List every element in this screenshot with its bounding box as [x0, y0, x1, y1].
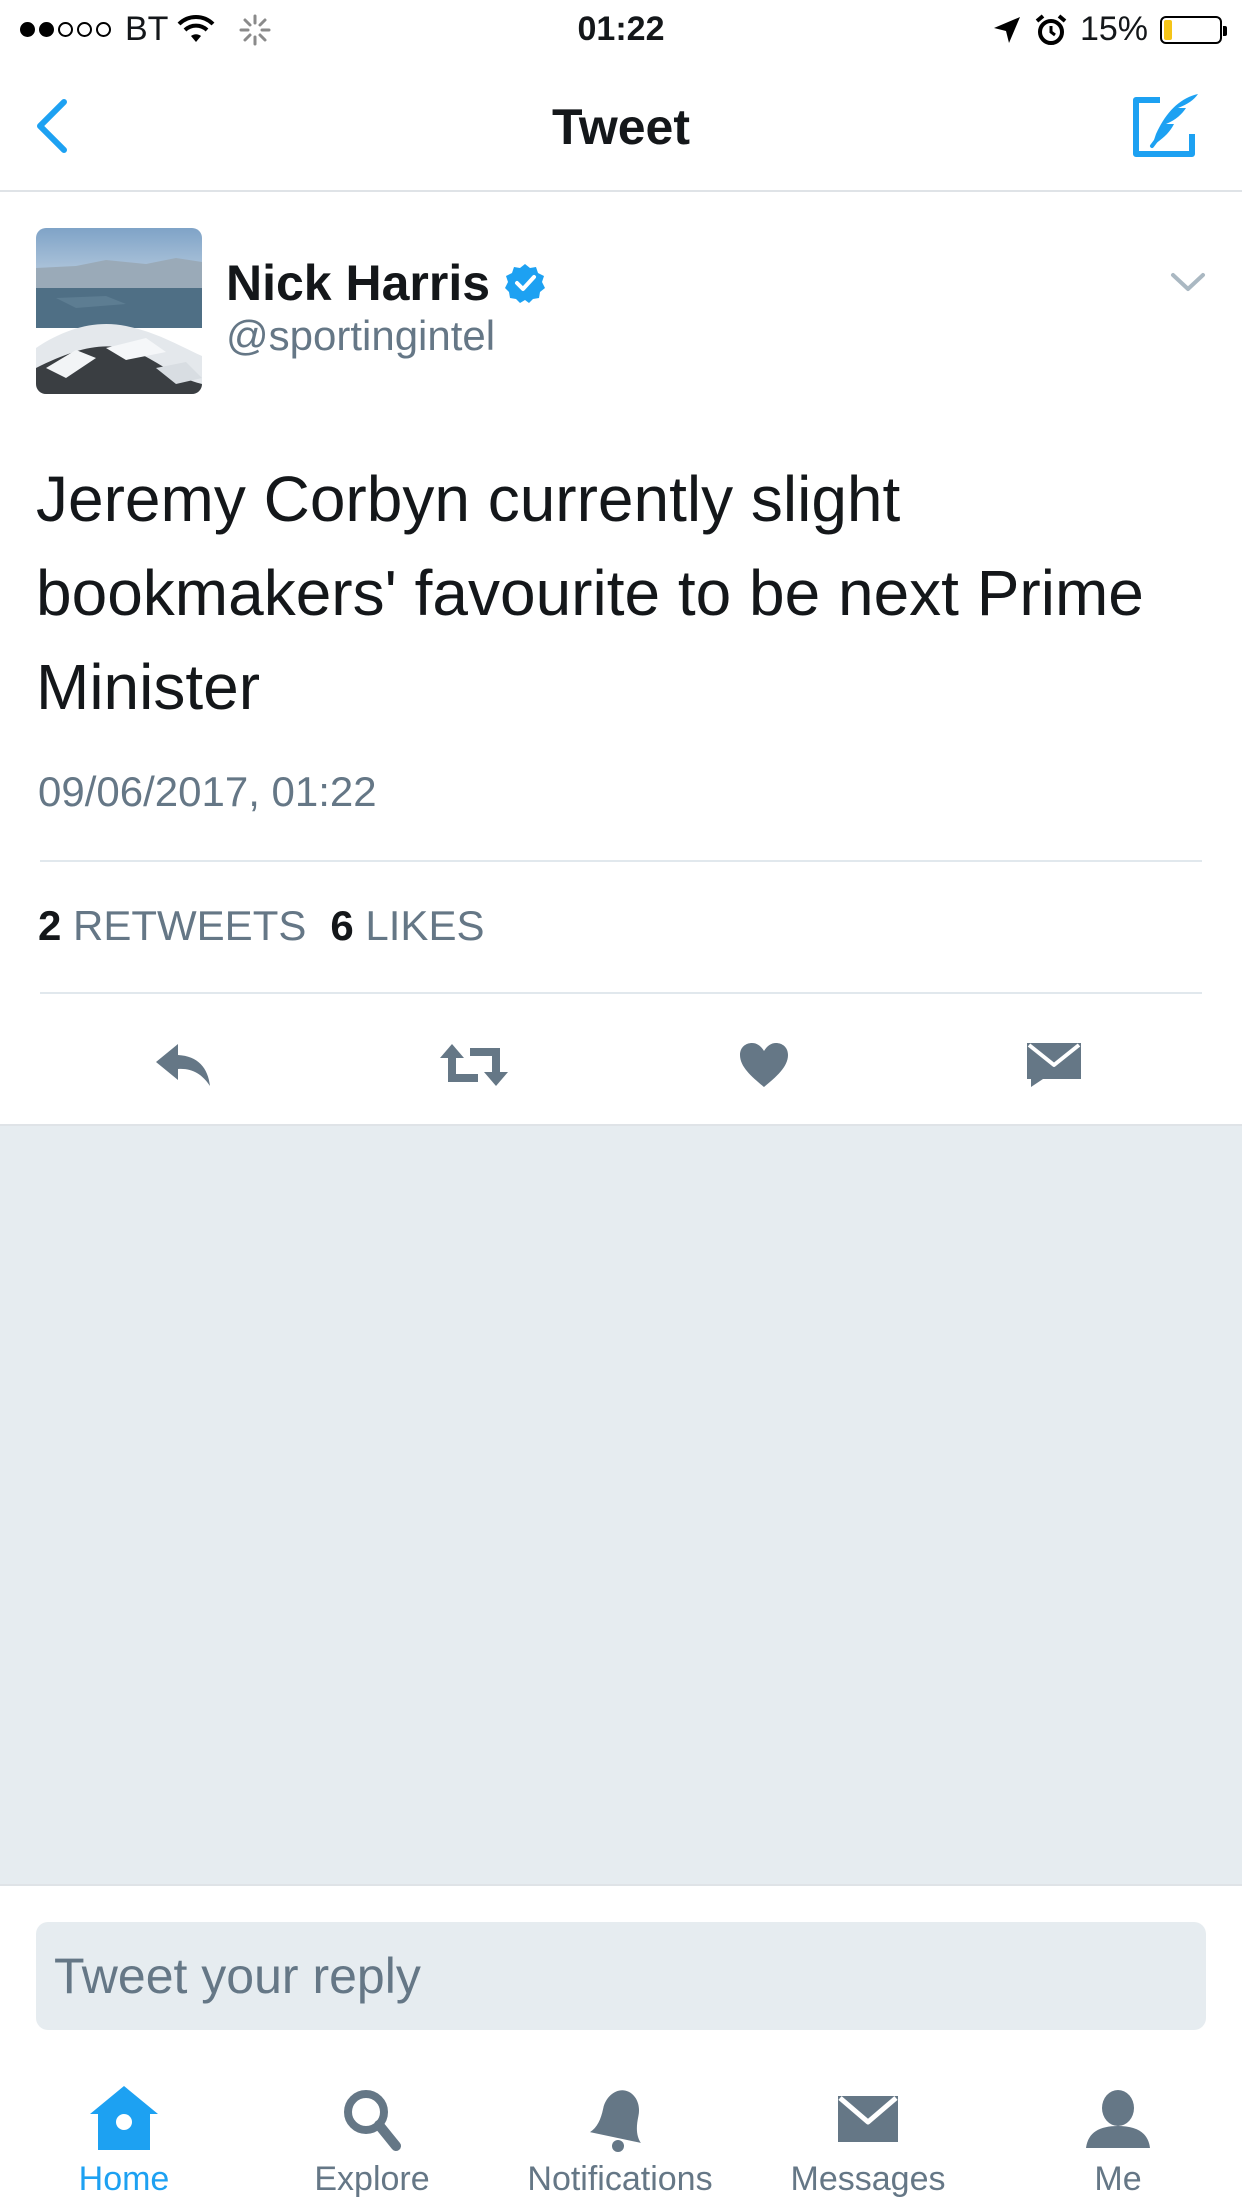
person-icon	[1086, 2090, 1150, 2148]
tab-notifications[interactable]: Notifications	[496, 2070, 744, 2208]
tab-label: Home	[78, 2160, 170, 2198]
retweet-icon	[440, 1044, 508, 1086]
battery-percent: 15%	[1079, 10, 1148, 48]
author-name-row[interactable]: Nick Harris	[226, 254, 546, 312]
tweet-stats: 2 RETWEETS 6 LIKES	[38, 902, 484, 950]
tab-explore[interactable]: Explore	[248, 2070, 496, 2208]
reply-input[interactable]	[36, 1922, 1206, 2030]
tab-home[interactable]: Home	[0, 2070, 248, 2208]
location-arrow-icon	[993, 16, 1020, 43]
tab-messages[interactable]: Messages	[744, 2070, 992, 2208]
bell-icon	[589, 2090, 641, 2152]
tweet-text: Jeremy Corbyn currently slight bookmaker…	[36, 463, 1144, 723]
reply-icon	[156, 1044, 210, 1086]
tweet-detail-screen: BT 01:22 15% Tweet Nick Harris @sporting…	[0, 0, 1242, 2208]
likes-stat[interactable]: 6 LIKES	[330, 902, 484, 950]
tab-label: Explore	[314, 2160, 430, 2198]
retweets-count: 2	[38, 902, 62, 949]
status-bar: BT 01:22 15%	[0, 0, 1242, 62]
author-handle[interactable]: @sportingintel	[226, 312, 495, 360]
battery-icon	[1160, 15, 1227, 44]
reply-button[interactable]	[148, 1034, 220, 1096]
divider	[40, 860, 1202, 862]
envelope-icon	[838, 2096, 898, 2142]
status-right: 15%	[992, 10, 1227, 49]
avatar[interactable]	[36, 228, 202, 394]
home-icon	[90, 2086, 158, 2150]
tab-label: Me	[1094, 2160, 1142, 2198]
reply-box[interactable]	[36, 1922, 1206, 2030]
retweet-button[interactable]	[438, 1034, 510, 1096]
like-button[interactable]	[728, 1034, 800, 1096]
page-title: Tweet	[552, 99, 690, 155]
tweet-actions	[0, 1010, 1242, 1120]
tab-label: Messages	[790, 2160, 946, 2198]
likes-label: LIKES	[365, 902, 485, 949]
alarm-clock-icon	[1035, 13, 1067, 45]
direct-message-icon	[1027, 1043, 1081, 1087]
battery-level	[1164, 19, 1172, 40]
author-name[interactable]: Nick Harris	[226, 254, 490, 312]
verified-icon	[505, 264, 546, 303]
tab-bar: Home Explore Notifications Messages Me	[0, 2070, 1242, 2208]
tweet-timestamp: 09/06/2017, 01:22	[38, 768, 377, 815]
tab-label: Notifications	[527, 2160, 713, 2198]
divider	[40, 992, 1202, 994]
replies-area	[0, 1124, 1242, 1886]
search-icon	[344, 2090, 401, 2151]
retweets-stat[interactable]: 2 RETWEETS	[38, 902, 306, 950]
like-icon	[740, 1043, 788, 1087]
avatar-image	[36, 228, 202, 394]
likes-count: 6	[330, 902, 354, 949]
compose-icon[interactable]	[1130, 90, 1202, 162]
chevron-down-icon[interactable]	[1170, 270, 1206, 294]
navigation-bar: Tweet	[0, 62, 1242, 192]
direct-message-button[interactable]	[1018, 1034, 1090, 1096]
retweets-label: RETWEETS	[73, 902, 307, 949]
tab-me[interactable]: Me	[994, 2070, 1242, 2208]
